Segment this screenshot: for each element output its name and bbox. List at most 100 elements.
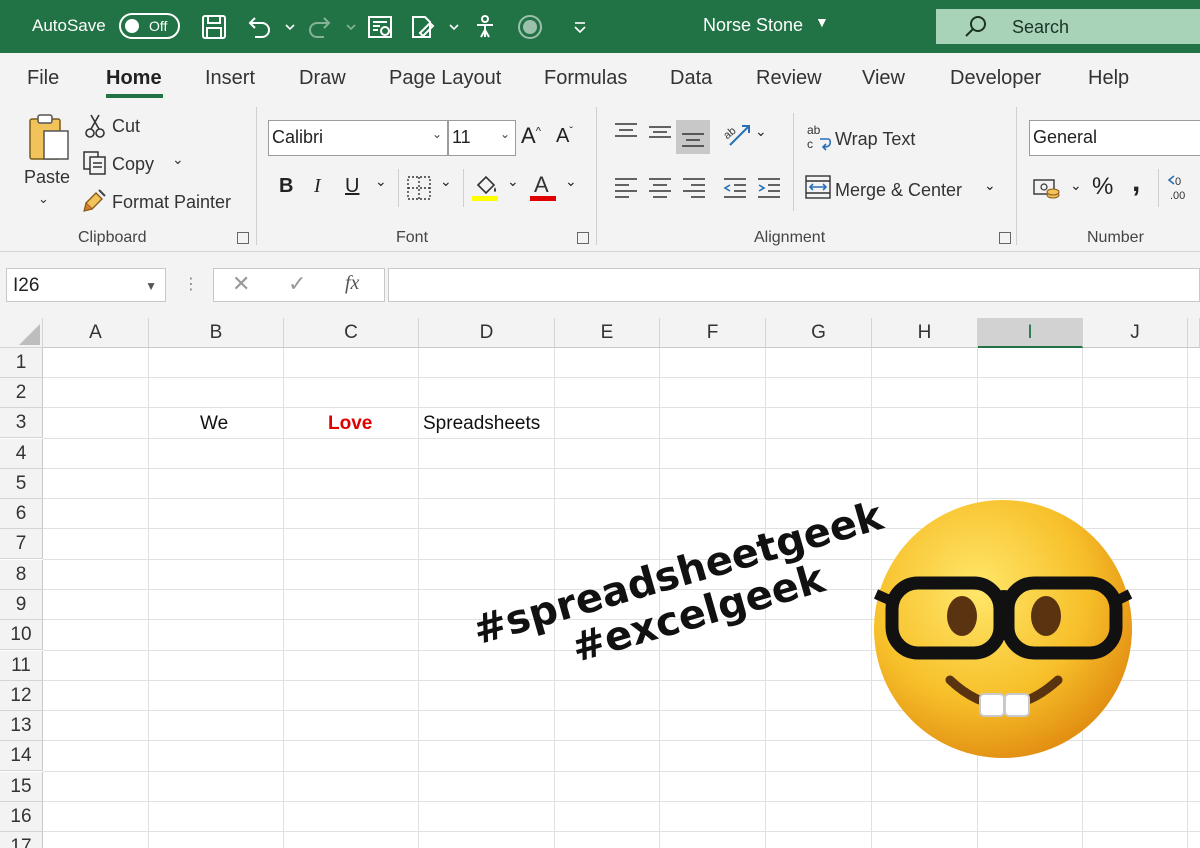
clipboard-launcher-icon[interactable] — [237, 232, 249, 244]
increase-indent-icon[interactable] — [756, 176, 782, 198]
row-header-10[interactable]: 10 — [0, 620, 43, 650]
row-header-7[interactable]: 7 — [0, 529, 43, 559]
format-painter-icon[interactable] — [82, 187, 108, 213]
row-header-14[interactable]: 14 — [0, 741, 43, 771]
fill-color-dropdown-icon[interactable]: ⌄ — [507, 173, 519, 190]
number-format-select[interactable]: General — [1029, 120, 1200, 156]
row-header-4[interactable]: 4 — [0, 439, 43, 469]
copy-icon[interactable] — [82, 150, 108, 176]
column-header-g[interactable]: G — [766, 318, 872, 348]
column-header-a[interactable]: A — [43, 318, 149, 348]
tab-file[interactable]: File — [27, 67, 59, 90]
row-header-1[interactable]: 1 — [0, 348, 43, 378]
copy-dropdown-icon[interactable]: ⌄ — [172, 151, 184, 168]
format-painter-label[interactable]: Format Painter — [112, 192, 231, 213]
column-header-c[interactable]: C — [284, 318, 419, 348]
align-center-icon[interactable] — [647, 176, 673, 198]
cell-c3[interactable]: Love — [328, 413, 372, 435]
underline-dropdown-icon[interactable]: ⌄ — [375, 173, 387, 190]
orientation-icon[interactable]: ab — [722, 121, 752, 147]
borders-dropdown-icon[interactable]: ⌄ — [440, 173, 452, 190]
enter-icon[interactable]: ✓ — [288, 271, 306, 297]
merge-center-icon[interactable] — [805, 175, 831, 199]
tab-page-layout[interactable]: Page Layout — [389, 67, 501, 90]
redo-icon[interactable] — [306, 13, 334, 41]
row-header-17[interactable]: 17 — [0, 832, 43, 848]
wrap-text-icon[interactable]: ab c — [806, 123, 832, 151]
row-header-13[interactable]: 13 — [0, 711, 43, 741]
column-header-j[interactable]: J — [1083, 318, 1188, 348]
merge-center-label[interactable]: Merge & Center — [835, 180, 962, 201]
edit-document-icon[interactable] — [408, 13, 436, 41]
record-icon[interactable] — [516, 13, 544, 41]
bold-button[interactable]: B — [279, 175, 293, 198]
fill-color-icon[interactable] — [472, 171, 500, 201]
row-header-5[interactable]: 5 — [0, 469, 43, 499]
column-header-i[interactable]: I — [978, 318, 1083, 348]
align-middle-icon[interactable] — [647, 121, 673, 143]
font-name-select[interactable]: Calibri ⌄ — [268, 120, 448, 156]
tab-formulas[interactable]: Formulas — [544, 67, 627, 90]
column-header-k[interactable] — [1188, 318, 1200, 348]
cell-d3[interactable]: Spreadsheets — [423, 413, 540, 435]
wrap-text-label[interactable]: Wrap Text — [835, 129, 915, 150]
percent-style-button[interactable]: % — [1092, 173, 1113, 201]
undo-icon[interactable] — [245, 13, 273, 41]
insert-function-button[interactable]: fx — [345, 272, 359, 295]
paste-label[interactable]: Paste — [24, 167, 70, 188]
tab-insert[interactable]: Insert — [205, 67, 255, 90]
font-launcher-icon[interactable] — [577, 232, 589, 244]
align-top-icon[interactable] — [613, 121, 639, 143]
merge-dropdown-icon[interactable]: ⌄ — [984, 177, 996, 194]
form-icon[interactable] — [366, 13, 394, 41]
row-header-2[interactable]: 2 — [0, 378, 43, 408]
accessibility-icon[interactable] — [471, 13, 499, 41]
paste-icon[interactable] — [24, 111, 72, 161]
increase-decimal-icon[interactable]: 0.00 — [1166, 173, 1200, 203]
borders-icon[interactable] — [406, 175, 432, 201]
italic-button[interactable]: I — [314, 175, 321, 198]
edit-dropdown-icon[interactable] — [440, 13, 459, 41]
paste-dropdown-icon[interactable]: ⌄ — [38, 191, 49, 207]
align-left-icon[interactable] — [613, 176, 639, 198]
decrease-indent-icon[interactable] — [722, 176, 748, 198]
row-header-8[interactable]: 8 — [0, 560, 43, 590]
autosave-toggle[interactable]: Off — [119, 13, 180, 39]
tab-view[interactable]: View — [862, 67, 905, 90]
font-size-select[interactable]: 11 ⌄ — [448, 120, 516, 156]
redo-dropdown-icon[interactable] — [337, 13, 356, 41]
tab-data[interactable]: Data — [670, 67, 712, 90]
cancel-icon[interactable]: ✕ — [232, 271, 250, 297]
comma-style-button[interactable]: , — [1132, 165, 1140, 199]
column-header-e[interactable]: E — [555, 318, 660, 348]
accounting-dropdown-icon[interactable]: ⌄ — [1070, 177, 1082, 194]
document-title[interactable]: Norse Stone — [703, 15, 803, 36]
title-dropdown-icon[interactable]: ▼ — [815, 14, 829, 30]
tab-developer[interactable]: Developer — [950, 67, 1041, 90]
column-header-d[interactable]: D — [419, 318, 555, 348]
cut-icon[interactable] — [84, 113, 106, 139]
drag-handle-icon[interactable]: ⋮ — [183, 274, 199, 294]
row-header-3[interactable]: 3 — [0, 408, 43, 438]
increase-font-size-icon[interactable]: A^ — [521, 123, 541, 149]
search-box[interactable]: Search — [936, 9, 1200, 44]
alignment-launcher-icon[interactable] — [999, 232, 1011, 244]
row-header-6[interactable]: 6 — [0, 499, 43, 529]
column-header-b[interactable]: B — [149, 318, 284, 348]
decrease-font-size-icon[interactable]: Aˇ — [556, 125, 573, 148]
align-bottom-icon[interactable] — [676, 120, 710, 154]
tab-help[interactable]: Help — [1088, 67, 1129, 90]
align-right-icon[interactable] — [681, 176, 707, 198]
row-header-9[interactable]: 9 — [0, 590, 43, 620]
tab-review[interactable]: Review — [756, 67, 822, 90]
accounting-format-icon[interactable] — [1033, 177, 1061, 201]
font-color-dropdown-icon[interactable]: ⌄ — [565, 173, 577, 190]
row-header-16[interactable]: 16 — [0, 802, 43, 832]
row-header-11[interactable]: 11 — [0, 651, 43, 681]
formula-input[interactable] — [388, 268, 1200, 302]
cell-b3[interactable]: We — [200, 413, 228, 435]
tab-draw[interactable]: Draw — [299, 67, 346, 90]
tab-home[interactable]: Home — [106, 67, 162, 90]
row-header-12[interactable]: 12 — [0, 681, 43, 711]
underline-button[interactable]: U — [345, 175, 359, 198]
